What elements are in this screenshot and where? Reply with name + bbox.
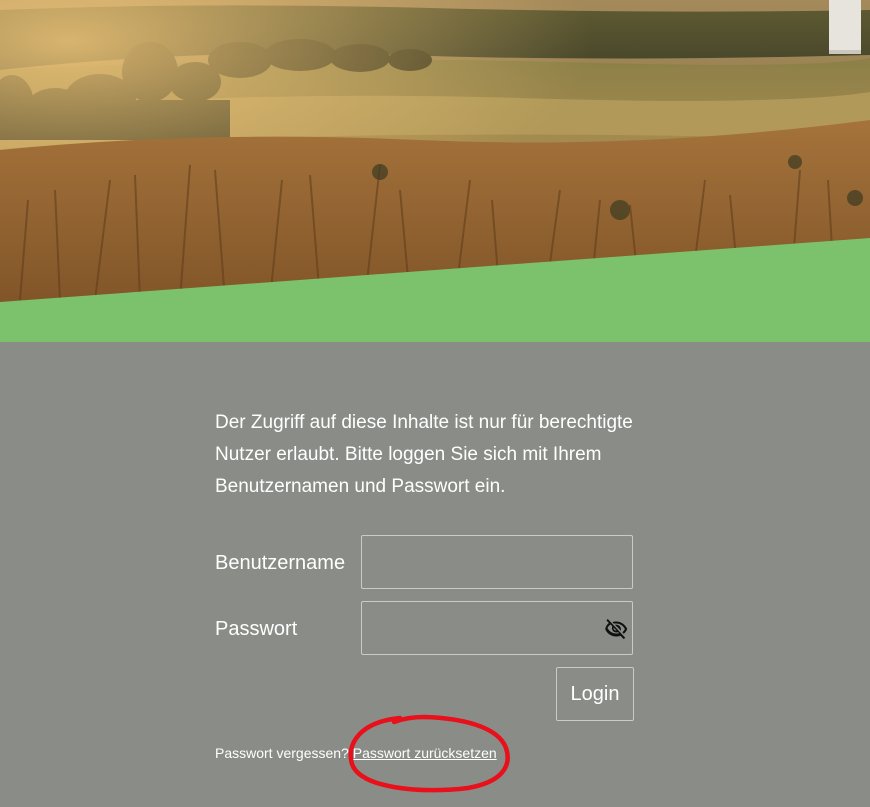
forgot-password-row: Passwort vergessen? Passwort zurücksetze… <box>215 744 497 762</box>
access-notice-text: Der Zugriff auf diese Inhalte ist nur fü… <box>215 412 633 497</box>
hero-landscape-image <box>0 0 870 342</box>
hero-banner <box>0 0 870 342</box>
eye-slash-icon[interactable] <box>603 617 629 641</box>
password-label: Passwort <box>215 618 298 640</box>
reset-password-link[interactable]: Passwort zurücksetzen <box>353 745 497 761</box>
username-input[interactable] <box>361 535 633 589</box>
password-input[interactable] <box>361 601 633 655</box>
login-button[interactable]: Login <box>556 667 634 721</box>
username-label: Benutzername <box>215 552 346 574</box>
forgot-password-text: Passwort vergessen? <box>215 745 349 761</box>
